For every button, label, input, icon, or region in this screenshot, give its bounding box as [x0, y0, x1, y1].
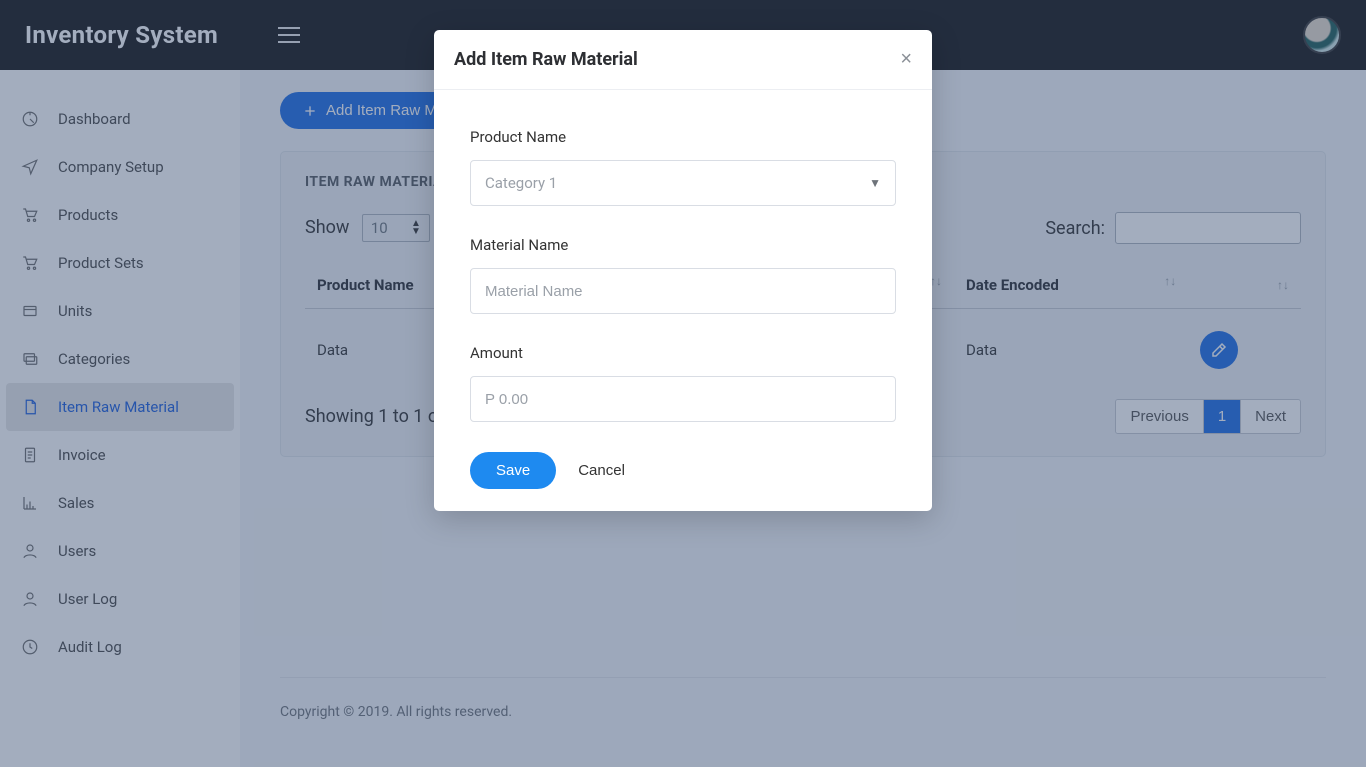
modal-title: Add Item Raw Material: [454, 49, 638, 70]
material-name-label: Material Name: [470, 236, 896, 254]
modal-backdrop[interactable]: Add Item Raw Material × Product Name Cat…: [0, 0, 1366, 767]
amount-input[interactable]: [470, 376, 896, 422]
form-group-material: Material Name: [470, 236, 896, 314]
material-name-input[interactable]: [470, 268, 896, 314]
modal-header: Add Item Raw Material ×: [434, 30, 932, 90]
form-group-product: Product Name Category 1 ▼: [470, 128, 896, 206]
product-name-selected: Category 1: [485, 174, 557, 192]
modal-actions: Save Cancel: [470, 452, 896, 489]
cancel-button[interactable]: Cancel: [578, 462, 625, 479]
amount-label: Amount: [470, 344, 896, 362]
save-button[interactable]: Save: [470, 452, 556, 489]
chevron-down-icon: ▼: [869, 176, 881, 190]
modal: Add Item Raw Material × Product Name Cat…: [434, 30, 932, 511]
form-group-amount: Amount: [470, 344, 896, 422]
product-name-select[interactable]: Category 1 ▼: [470, 160, 896, 206]
product-name-label: Product Name: [470, 128, 896, 146]
modal-body: Product Name Category 1 ▼ Material Name …: [434, 90, 932, 511]
close-icon[interactable]: ×: [900, 48, 912, 71]
